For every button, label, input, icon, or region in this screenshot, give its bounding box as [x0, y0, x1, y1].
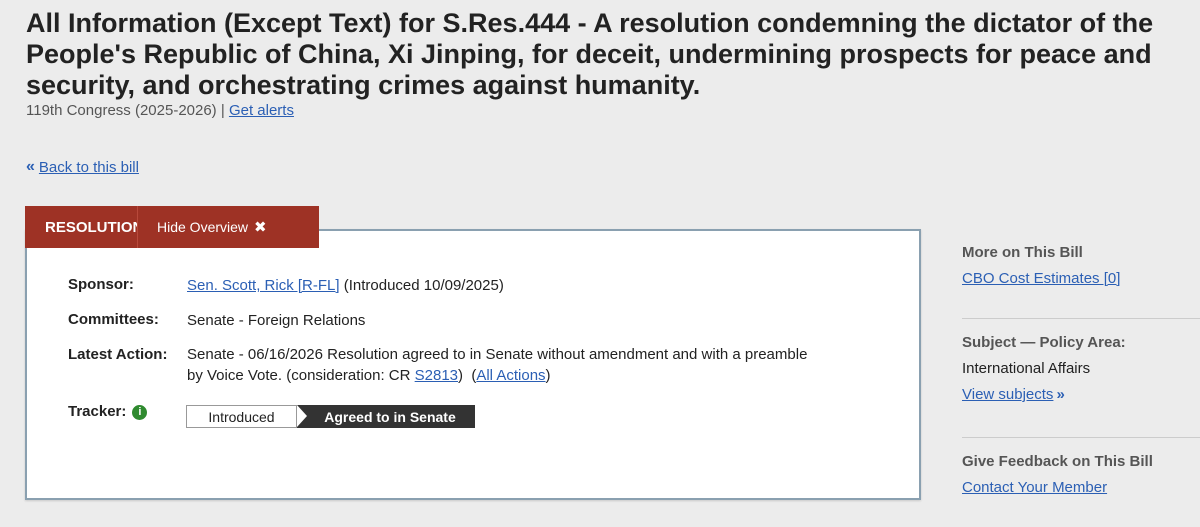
subject-section: Subject — Policy Area: International Aff… — [962, 334, 1182, 403]
back-to-bill-link[interactable]: Back to this bill — [39, 159, 139, 176]
contact-member-link[interactable]: Contact Your Member — [962, 479, 1107, 496]
committees-value: Senate - Foreign Relations — [187, 312, 366, 329]
page-title: All Information (Except Text) for S.Res.… — [26, 8, 1154, 100]
tracker-step-introduced: Introduced — [186, 405, 297, 428]
cr-link[interactable]: S2813 — [415, 367, 458, 384]
separator: | — [220, 102, 225, 119]
close-icon: ✖ — [254, 219, 267, 236]
all-actions-link[interactable]: All Actions — [476, 367, 545, 384]
tracker-label-wrap: Tracker: i — [68, 403, 148, 420]
sponsor-link[interactable]: Sen. Scott, Rick [R-FL] — [187, 277, 340, 294]
overview-panel: Sponsor: Sen. Scott, Rick [R-FL] (Introd… — [25, 229, 921, 500]
sponsor-label: Sponsor: — [68, 276, 134, 293]
congress-line: 119th Congress (2025-2026) | Get alerts — [26, 102, 294, 119]
tab-resolution[interactable]: RESOLUTION — [25, 206, 143, 248]
sidebar-divider — [962, 318, 1200, 319]
hide-overview-label: Hide Overview — [157, 219, 249, 235]
view-subjects-link[interactable]: View subjects — [962, 386, 1053, 403]
sponsor-introduced: (Introduced 10/09/2025) — [343, 277, 504, 294]
double-chevron-left-icon: « — [26, 158, 35, 175]
get-alerts-link[interactable]: Get alerts — [229, 102, 294, 119]
latest-action-label: Latest Action: — [68, 346, 168, 363]
overview-tabs: RESOLUTION Hide Overview ✖ — [25, 206, 319, 248]
more-on-bill-section: More on This Bill CBO Cost Estimates [0] — [962, 244, 1182, 287]
latest-action-value: Senate - 06/16/2026 Resolution agreed to… — [187, 344, 807, 386]
more-on-bill-heading: More on This Bill — [962, 244, 1083, 261]
info-icon[interactable]: i — [132, 405, 148, 420]
paren-open: ) ( — [458, 367, 477, 384]
double-chevron-right-icon: » — [1056, 386, 1065, 403]
cbo-cost-link[interactable]: CBO Cost Estimates [0] — [962, 270, 1120, 287]
subject-value: International Affairs — [962, 360, 1091, 377]
feedback-heading: Give Feedback on This Bill — [962, 453, 1153, 470]
subject-heading: Subject — Policy Area: — [962, 334, 1126, 351]
hide-overview-button[interactable]: Hide Overview ✖ — [137, 206, 319, 248]
sponsor-value: Sen. Scott, Rick [R-FL] (Introduced 10/0… — [187, 275, 504, 296]
tracker-step-agreed: Agreed to in Senate — [297, 405, 475, 428]
paren-close: ) — [545, 367, 551, 384]
congress-label: 119th Congress (2025-2026) — [26, 102, 217, 119]
latest-action-line2: by Voice Vote. (consideration: CR — [187, 367, 411, 384]
back-to-bill[interactable]: « Back to this bill — [26, 158, 139, 176]
committees-label: Committees: — [68, 311, 159, 328]
feedback-section: Give Feedback on This Bill Contact Your … — [962, 453, 1182, 496]
sidebar-divider — [962, 437, 1200, 438]
view-subjects[interactable]: View subjects» — [962, 386, 1182, 403]
bill-tracker: Introduced Agreed to in Senate — [186, 405, 475, 428]
tracker-label: Tracker: — [68, 403, 127, 420]
latest-action-line1: Senate - 06/16/2026 Resolution agreed to… — [187, 346, 808, 363]
